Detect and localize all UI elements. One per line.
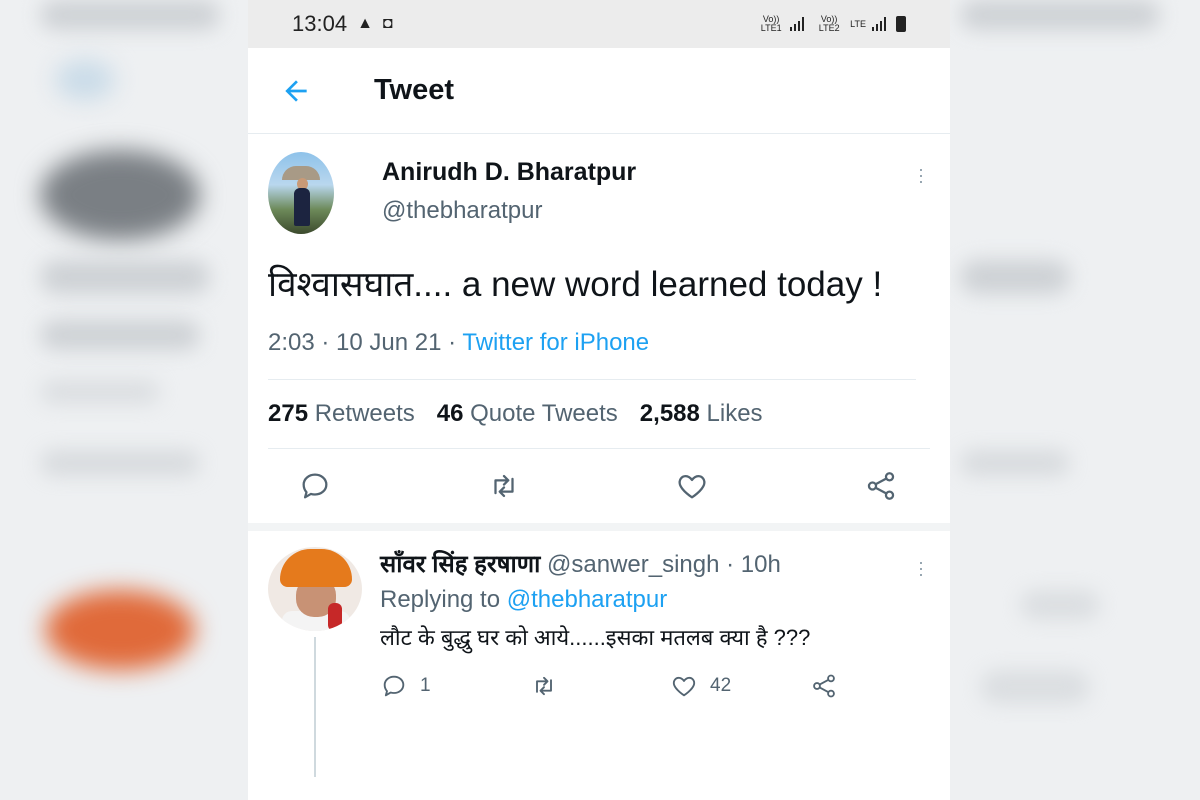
likes-count: 2,588 xyxy=(639,400,700,427)
likes-label: Likes xyxy=(706,400,763,427)
top-header: Tweet xyxy=(248,48,950,134)
like-heart-icon[interactable] xyxy=(675,469,709,503)
lte-label: LTE xyxy=(850,18,866,29)
reply-author-name[interactable]: साँवर सिंह हरषाणा xyxy=(380,551,540,578)
screen-icon: ◘ xyxy=(382,15,393,32)
back-arrow-icon[interactable] xyxy=(280,75,312,107)
retweets-stat[interactable]: 275 Retweets xyxy=(268,400,415,428)
status-bar: 13:04 ▲ ◘ Vo)) LTE1 Vo)) LTE2 LTE xyxy=(248,0,950,48)
reply-avatar[interactable] xyxy=(268,547,362,631)
retweets-count: 275 xyxy=(268,400,309,427)
signal-icon xyxy=(872,17,886,31)
blur-shape xyxy=(960,260,1070,294)
author-info: Anirudh D. Bharatpur @thebharatpur xyxy=(382,158,636,225)
reply-icon[interactable] xyxy=(298,469,332,503)
signal-icon xyxy=(790,17,805,31)
blur-shape xyxy=(960,0,1160,30)
blur-shape xyxy=(40,150,200,240)
avatar[interactable] xyxy=(268,152,334,234)
reply-reply-action[interactable]: 1 xyxy=(380,672,530,700)
quotes-stat[interactable]: 46 Quote Tweets xyxy=(437,400,618,428)
tweet-source-link[interactable]: Twitter for iPhone xyxy=(462,329,649,356)
reply-avatar-column xyxy=(268,547,362,777)
sim1-label: Vo)) LTE1 xyxy=(760,14,782,33)
blur-shape xyxy=(40,450,200,476)
retweet-icon[interactable] xyxy=(530,672,558,700)
like-heart-icon[interactable] xyxy=(670,672,698,700)
quotes-count: 46 xyxy=(436,400,464,427)
blur-shape xyxy=(40,320,200,350)
blur-shape xyxy=(980,670,1090,704)
tweet-actions xyxy=(248,449,950,531)
sim2-label: Vo)) LTE2 xyxy=(818,14,840,33)
blur-shape xyxy=(55,60,115,100)
warning-triangle-icon: ▲ xyxy=(357,15,373,32)
blur-shape xyxy=(1020,590,1100,620)
avatar-detail xyxy=(328,603,342,631)
retweets-label: Retweets xyxy=(314,400,415,427)
main-tweet: Anirudh D. Bharatpur @thebharatpur · · · व… xyxy=(248,134,950,531)
reply-author-handle[interactable]: @sanwer_singh xyxy=(547,551,719,578)
reply-actions: 1 42 xyxy=(380,672,930,700)
blur-shape xyxy=(40,260,210,294)
reply-more-options-icon[interactable]: · · · xyxy=(918,553,924,583)
reply-text: लौट के बुद्धु घर को आये......इसका मतलब क… xyxy=(380,625,811,650)
avatar-detail xyxy=(280,549,352,587)
reply-retweet-action[interactable] xyxy=(530,672,670,700)
clock: 13:04 xyxy=(292,11,348,36)
phone-screen: 13:04 ▲ ◘ Vo)) LTE1 Vo)) LTE2 LTE Tweet xyxy=(248,0,950,800)
reply-like-count: 42 xyxy=(710,675,732,696)
author-handle[interactable]: @thebharatpur xyxy=(382,197,636,225)
reply-body: साँवर सिंह हरषाणा @sanwer_singh · 10h Re… xyxy=(380,547,930,700)
reply-count: 1 xyxy=(420,675,431,696)
page-title: Tweet xyxy=(374,74,455,106)
blur-shape xyxy=(960,450,1070,476)
author-name[interactable]: Anirudh D. Bharatpur xyxy=(382,158,636,187)
share-icon[interactable] xyxy=(810,672,838,700)
author-row: Anirudh D. Bharatpur @thebharatpur xyxy=(268,152,930,234)
quotes-label: Quote Tweets xyxy=(470,400,618,427)
replying-to: Replying to @thebharatpur xyxy=(380,586,930,614)
tweet-meta: 2:03 · 10 Jun 21 · Twitter for iPhone xyxy=(268,329,916,380)
thread-line xyxy=(314,637,316,777)
tweet-date: 10 Jun 21 xyxy=(336,329,442,356)
tweet-text: विश्वासघात.... a new word learned today … xyxy=(268,265,883,304)
reply-age: 10h xyxy=(740,551,781,578)
blur-shape xyxy=(45,590,195,670)
likes-stat[interactable]: 2,588 Likes xyxy=(640,400,763,428)
retweet-icon[interactable] xyxy=(487,469,521,503)
blur-shape xyxy=(40,0,220,30)
battery-icon xyxy=(896,16,906,32)
reply-tweet[interactable]: साँवर सिंह हरषाणा @sanwer_singh · 10h Re… xyxy=(248,531,950,777)
reply-like-action[interactable]: 42 xyxy=(670,672,810,700)
tweet-stats: 275 Retweets 46 Quote Tweets 2,588 Likes xyxy=(268,380,930,449)
status-right: Vo)) LTE1 Vo)) LTE2 LTE xyxy=(758,15,906,33)
reply-icon[interactable] xyxy=(380,672,408,700)
reply-share-action[interactable] xyxy=(810,672,838,700)
blur-shape xyxy=(40,380,160,404)
replying-prefix: Replying to xyxy=(380,586,501,613)
share-icon[interactable] xyxy=(864,469,898,503)
tweet-time: 2:03 xyxy=(268,329,315,356)
reply-header: साँवर सिंह हरषाणा @sanwer_singh · 10h xyxy=(380,551,781,578)
more-options-icon[interactable]: · · · xyxy=(918,160,924,190)
status-left: 13:04 ▲ ◘ xyxy=(292,11,393,37)
replying-handle-link[interactable]: @thebharatpur xyxy=(507,586,667,613)
avatar-detail xyxy=(294,188,310,226)
